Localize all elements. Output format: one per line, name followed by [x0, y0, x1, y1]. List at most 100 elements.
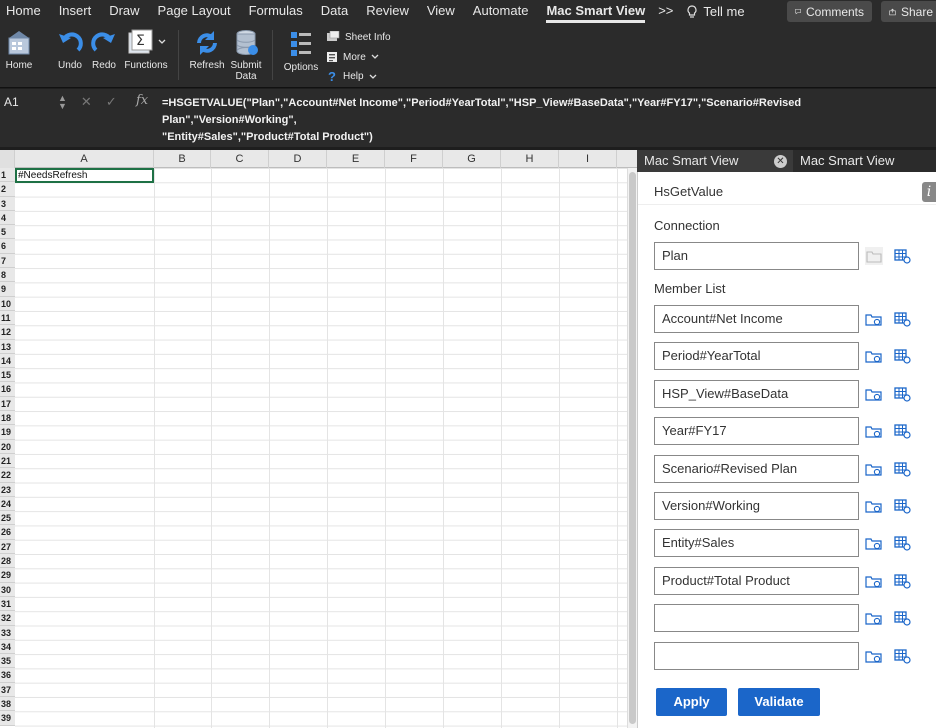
row-header[interactable]: 20	[0, 440, 15, 454]
member-grid-icon[interactable]	[893, 497, 911, 515]
member-selector-folder-icon[interactable]	[865, 347, 883, 365]
member-field[interactable]: Scenario#Revised Plan	[654, 454, 859, 483]
row-header[interactable]: 12	[0, 325, 15, 340]
validate-button[interactable]: Validate	[738, 688, 820, 716]
row-header[interactable]: 3	[0, 197, 15, 211]
tab-data[interactable]: Data	[312, 0, 357, 24]
member-selector-folder-icon[interactable]	[865, 609, 883, 627]
member-selector-folder-icon[interactable]	[865, 422, 883, 440]
home-button[interactable]: Home	[4, 28, 34, 71]
tab-home[interactable]: Home	[0, 0, 50, 24]
row-header[interactable]: 26	[0, 525, 15, 540]
apply-button[interactable]: Apply	[656, 688, 727, 716]
member-field[interactable]	[654, 641, 859, 670]
row-header[interactable]: 8	[0, 268, 15, 283]
options-button[interactable]: Options	[282, 28, 320, 73]
column-header[interactable]: D	[269, 150, 327, 168]
member-grid-icon[interactable]	[893, 647, 911, 665]
insert-function-icon[interactable]: fx	[136, 93, 148, 108]
help-menu[interactable]: ? Help	[326, 69, 377, 84]
close-icon[interactable]: ✕	[774, 155, 787, 168]
cell-grid[interactable]	[15, 168, 627, 728]
row-header[interactable]: 1	[0, 168, 15, 183]
tab-review[interactable]: Review	[357, 0, 418, 24]
info-icon[interactable]: i	[922, 182, 936, 202]
row-header[interactable]: 19	[0, 425, 15, 440]
refresh-button[interactable]: Refresh	[188, 28, 226, 71]
member-grid-icon[interactable]	[893, 347, 911, 365]
cancel-icon[interactable]: ✕	[81, 94, 92, 110]
member-selector-folder-icon[interactable]	[865, 534, 883, 552]
panel-tab-other[interactable]: Mac Smart View	[793, 150, 894, 172]
select-all-corner[interactable]	[0, 150, 15, 168]
stepper-icon[interactable]: ▲ ▼	[58, 94, 67, 111]
tab-page-layout[interactable]: Page Layout	[149, 0, 240, 24]
member-field[interactable]: Year#FY17	[654, 417, 859, 446]
sheet-info-button[interactable]: Sheet Info	[326, 31, 391, 43]
row-header[interactable]: 23	[0, 483, 15, 497]
row-header[interactable]: 17	[0, 397, 15, 412]
connection-field[interactable]: Plan	[654, 242, 859, 270]
member-selector-folder-icon[interactable]	[865, 310, 883, 328]
tab-overflow[interactable]: >>	[654, 0, 677, 24]
tab-mac-smart-view[interactable]: Mac Smart View	[537, 0, 654, 24]
member-selector-folder-icon[interactable]	[865, 497, 883, 515]
scrollbar-thumb[interactable]	[629, 172, 636, 724]
more-menu[interactable]: More	[326, 51, 379, 63]
member-grid-icon[interactable]	[893, 460, 911, 478]
member-selector-folder-icon[interactable]	[865, 385, 883, 403]
vertical-scrollbar[interactable]	[627, 168, 637, 728]
row-header[interactable]: 39	[0, 711, 15, 726]
row-header[interactable]: 9	[0, 282, 15, 297]
row-header[interactable]: 14	[0, 354, 15, 369]
tab-draw[interactable]: Draw	[100, 0, 148, 24]
functions-button[interactable]: Σ Functions	[122, 28, 170, 71]
member-grid-icon[interactable]	[893, 572, 911, 590]
member-grid-icon[interactable]	[893, 247, 911, 265]
row-header[interactable]: 35	[0, 654, 15, 669]
tab-insert[interactable]: Insert	[50, 0, 101, 24]
column-header[interactable]: B	[154, 150, 211, 168]
tab-automate[interactable]: Automate	[464, 0, 538, 24]
row-header[interactable]: 31	[0, 597, 15, 612]
row-header[interactable]: 38	[0, 697, 15, 712]
member-selector-folder-icon[interactable]	[865, 572, 883, 590]
row-header[interactable]: 15	[0, 368, 15, 383]
tab-formulas[interactable]: Formulas	[240, 0, 312, 24]
row-header[interactable]: 27	[0, 540, 15, 555]
row-header[interactable]: 16	[0, 382, 15, 397]
row-header[interactable]: 13	[0, 340, 15, 354]
formula-input[interactable]: =HSGETVALUE("Plan","Account#Net Income",…	[162, 95, 922, 146]
share-button[interactable]: Share	[881, 1, 936, 22]
row-header[interactable]: 18	[0, 411, 15, 426]
redo-button[interactable]: Redo	[90, 28, 118, 71]
column-header[interactable]: I	[559, 150, 617, 168]
row-header[interactable]: 21	[0, 454, 15, 469]
column-header[interactable]: E	[327, 150, 385, 168]
row-header[interactable]: 25	[0, 511, 15, 526]
row-header[interactable]: 2	[0, 182, 15, 197]
confirm-icon[interactable]: ✓	[106, 94, 117, 110]
member-grid-icon[interactable]	[893, 534, 911, 552]
column-header[interactable]: G	[443, 150, 501, 168]
row-header[interactable]: 37	[0, 683, 15, 697]
row-header[interactable]: 30	[0, 583, 15, 597]
member-field[interactable]: Account#Net Income	[654, 305, 859, 333]
row-header[interactable]: 36	[0, 668, 15, 683]
row-header[interactable]: 4	[0, 211, 15, 226]
row-header[interactable]: 29	[0, 568, 15, 583]
member-grid-icon[interactable]	[893, 310, 911, 328]
row-header[interactable]: 28	[0, 554, 15, 569]
tell-me[interactable]: Tell me	[677, 0, 753, 24]
member-field[interactable]	[654, 604, 859, 633]
row-header[interactable]: 7	[0, 254, 15, 269]
row-header[interactable]: 32	[0, 611, 15, 626]
row-header[interactable]: 22	[0, 468, 15, 483]
undo-button[interactable]: Undo	[56, 28, 84, 71]
member-field[interactable]: Version#Working	[654, 492, 859, 520]
member-field[interactable]: HSP_View#BaseData	[654, 379, 859, 408]
comments-button[interactable]: Comments	[787, 1, 872, 22]
row-header[interactable]: 5	[0, 225, 15, 240]
tab-view[interactable]: View	[418, 0, 464, 24]
submit-data-button[interactable]: Submit Data	[229, 28, 263, 82]
